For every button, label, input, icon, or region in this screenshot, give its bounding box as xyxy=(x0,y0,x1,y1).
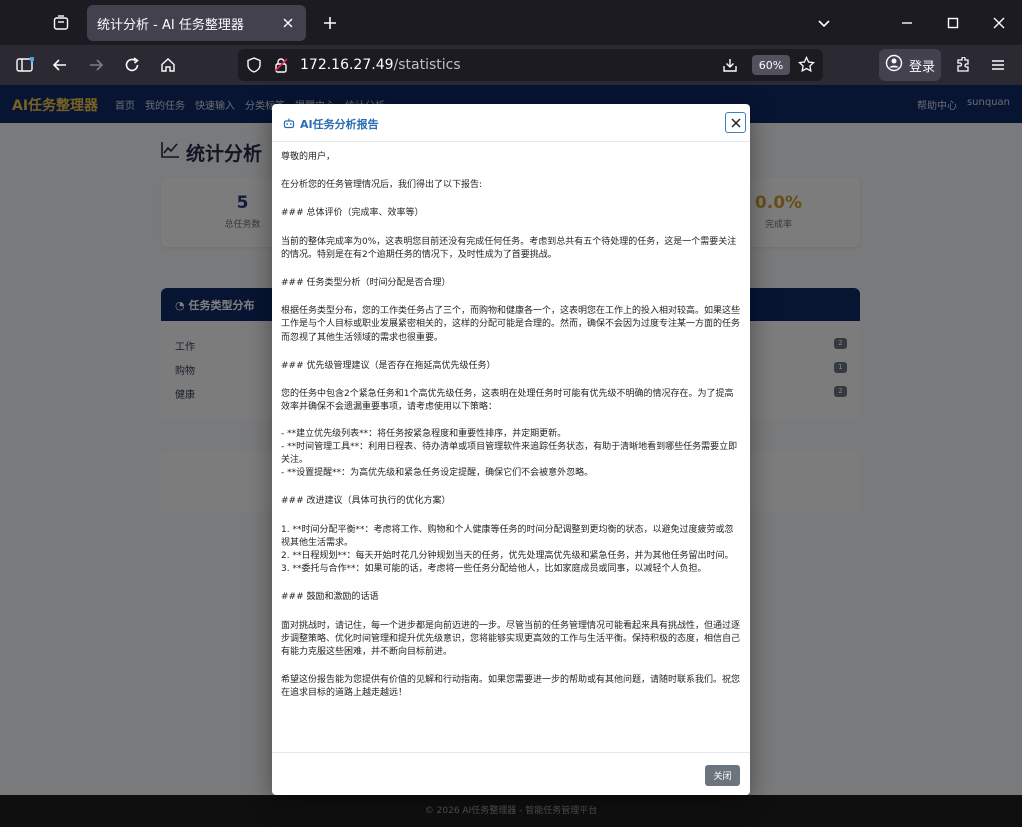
report-paragraph: ### 鼓励和激励的话语 xyxy=(281,592,379,603)
url-path: /statistics xyxy=(393,57,461,73)
ai-report-modal: AI任务分析报告 尊敬的用户， 在分析您的任务管理情况后，我们得出了以下报告: ##… xyxy=(272,104,750,795)
report-paragraph: 尊敬的用户， xyxy=(281,152,336,162)
zoom-level-button[interactable]: 60% xyxy=(752,55,790,75)
report-paragraph: ### 总体评价（完成率、效率等） xyxy=(281,208,424,219)
report-paragraph: 1. **时间分配平衡**：考虑将工作、购物和个人健康等任务的时间分配调整到更均… xyxy=(281,524,734,575)
bookmark-star-icon[interactable] xyxy=(798,55,815,77)
extensions-icon[interactable] xyxy=(950,52,976,78)
maximize-icon[interactable] xyxy=(940,10,966,36)
close-button[interactable]: 关闭 xyxy=(705,765,740,786)
back-icon[interactable] xyxy=(47,52,73,78)
home-icon[interactable] xyxy=(155,52,181,78)
tab-list-icon[interactable] xyxy=(48,10,74,36)
tab-title: 统计分析 - AI 任务整理器 xyxy=(97,17,244,33)
tab-close-icon[interactable] xyxy=(280,15,296,31)
modal-title-text: AI任务分析报告 xyxy=(300,118,379,131)
forward-icon[interactable] xyxy=(83,52,109,78)
report-body: 尊敬的用户， 在分析您的任务管理情况后，我们得出了以下报告: ### 总体评价（完成… xyxy=(281,151,741,751)
window-close-icon[interactable] xyxy=(986,10,1012,36)
report-paragraph: 希望这份报告能为您提供有价值的见解和行动指南。如果您需要进一步的帮助或有其他问题… xyxy=(281,675,741,699)
url-host: 172.16.27.49 xyxy=(300,57,394,73)
account-icon xyxy=(885,54,903,76)
app-menu-icon[interactable] xyxy=(985,52,1011,78)
modal-title: AI任务分析报告 xyxy=(283,116,379,132)
url-bar[interactable]: 172.16.27.49/statistics 60% xyxy=(238,49,823,81)
report-paragraph: 您的任务中包含2个紧急任务和1个高优先级任务，这表明在处理任务时可能有优先级不明… xyxy=(281,389,738,479)
minimize-icon[interactable] xyxy=(894,10,920,36)
shield-icon[interactable] xyxy=(246,57,262,77)
account-login-button[interactable]: 登录 xyxy=(879,49,941,81)
browser-toolbar: 172.16.27.49/statistics 60% 登录 xyxy=(0,45,1022,85)
list-all-tabs-icon[interactable] xyxy=(811,10,837,36)
reload-icon[interactable] xyxy=(119,52,145,78)
modal-close-icon[interactable] xyxy=(725,112,746,133)
report-paragraph: ### 优先级管理建议（是否存在拖延高优先级任务） xyxy=(281,360,496,371)
report-paragraph: 当前的整体完成率为0%，这表明您目前还没有完成任何任务。考虑到总共有五个待处理的… xyxy=(281,236,737,260)
modal-header: AI任务分析报告 xyxy=(272,104,750,142)
report-paragraph: ### 任务类型分析（时间分配是否合理） xyxy=(281,278,451,289)
report-paragraph: 在分析您的任务管理情况后，我们得出了以下报告: xyxy=(281,180,483,191)
save-page-icon[interactable] xyxy=(722,57,738,77)
report-paragraph: 面对挑战时，请记住，每一个进步都是向前迈进的一步。尽管当前的任务管理情况可能看起… xyxy=(281,620,741,658)
sidebar-icon[interactable] xyxy=(12,52,38,78)
new-tab-icon[interactable] xyxy=(318,11,342,35)
robot-icon xyxy=(283,117,295,132)
report-paragraph: ### 改进建议（具体可执行的优化方案） xyxy=(281,496,451,507)
login-label: 登录 xyxy=(909,59,936,75)
active-tab[interactable]: 统计分析 - AI 任务整理器 xyxy=(87,5,306,41)
report-paragraph: 根据任务类型分布，您的工作类任务占了三个，而购物和健康各一个，这表明您在工作上的… xyxy=(281,306,741,343)
url-text[interactable]: 172.16.27.49/statistics xyxy=(300,57,461,73)
insecure-lock-icon[interactable] xyxy=(273,57,289,77)
browser-tab-bar: 统计分析 - AI 任务整理器 xyxy=(0,0,1022,45)
modal-footer: 关闭 xyxy=(272,752,750,795)
